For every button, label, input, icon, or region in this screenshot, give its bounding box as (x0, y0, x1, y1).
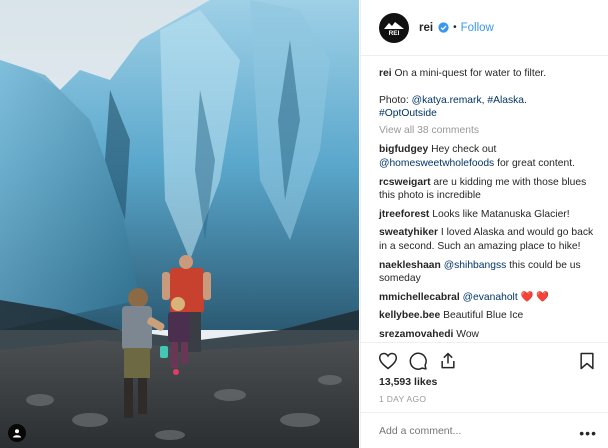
follow-button[interactable]: Follow (461, 22, 494, 34)
comment-author[interactable]: kellybee.bee (379, 310, 440, 321)
comment-author[interactable]: bigfudgey (379, 144, 428, 155)
action-bar (361, 342, 608, 380)
heart-emoji-text: ❤️ ❤️ (520, 291, 550, 303)
comment-item: mmichellecabral @evanaholt ❤️ ❤️ (379, 291, 601, 305)
comment-item: naekleshaan @shihbangss this could be us… (379, 259, 601, 286)
hashtag-optoutside[interactable]: #OptOutside (379, 108, 437, 119)
rei-logo-icon[interactable]: REI (379, 12, 409, 43)
comment-mention[interactable]: @shihbangss (444, 260, 507, 271)
comment-item: srezamovahedi Wow (379, 328, 601, 342)
comments-section: rei On a mini-quest for water to filter.… (379, 67, 601, 347)
likes-count[interactable]: 13,593 likes (379, 376, 437, 388)
separator-dot: • (453, 22, 457, 33)
photo-credit-prefix: Photo: (379, 94, 412, 106)
add-comment-row: ••• (361, 412, 608, 448)
glacier-hikers-image (0, 0, 359, 448)
comment-author[interactable]: sweatyhiker (379, 227, 438, 238)
hashtag-line: #OptOutside (379, 107, 601, 121)
comment-text: Looks like Matanuska Glacier! (432, 208, 570, 220)
verified-badge-icon (438, 22, 449, 33)
caption-text: On a mini-quest for water to filter. (394, 68, 547, 79)
comment-mention[interactable]: @homesweetwholefoods (379, 158, 494, 169)
more-options-button[interactable]: ••• (579, 425, 597, 441)
share-icon[interactable] (438, 351, 458, 371)
comment-author[interactable]: naekleshaan (379, 260, 441, 271)
author-handle[interactable]: rei (419, 22, 433, 34)
comment-author[interactable]: srezamovahedi (379, 329, 453, 340)
photo-credit-line: Photo: @katya.remark, #Alaska. (379, 94, 601, 108)
comment-text: for great content. (497, 157, 575, 169)
comment-text: Beautiful Blue Ice (443, 310, 524, 322)
bookmark-icon[interactable] (577, 351, 597, 371)
comment-mention[interactable]: @evanaholt (463, 292, 518, 303)
tag-tail: . (523, 94, 527, 106)
comment-author[interactable]: jtreeforest (379, 209, 429, 220)
heart-icon[interactable] (378, 351, 398, 371)
caption-author[interactable]: rei (379, 68, 392, 79)
post-side-panel: REI rei • Follow rei On a mini-quest for… (360, 0, 608, 448)
comment-item: sweatyhiker I loved Alaska and would go … (379, 226, 601, 253)
comment-author[interactable]: mmichellecabral (379, 292, 460, 303)
post-photo[interactable] (0, 0, 359, 448)
comment-item: bigfudgey Hey check out @homesweetwholef… (379, 143, 601, 170)
comment-bubble-icon[interactable] (408, 351, 428, 371)
comment-text: Wow (456, 328, 479, 340)
view-all-comments-link[interactable]: View all 38 comments (379, 124, 601, 138)
post-header: REI rei • Follow (361, 0, 608, 56)
add-comment-input[interactable] (379, 424, 569, 437)
photo-credit-mention[interactable]: @katya.remark (412, 95, 482, 106)
post-caption: rei On a mini-quest for water to filter. (379, 67, 601, 81)
comment-item: kellybee.bee Beautiful Blue Ice (379, 309, 601, 323)
comment-item: rcsweigart are u kidding me with those b… (379, 176, 601, 203)
svg-text:REI: REI (389, 30, 400, 36)
comment-item: jtreeforest Looks like Matanuska Glacier… (379, 208, 601, 222)
person-tag-icon[interactable] (8, 424, 26, 442)
hashtag-alaska[interactable]: #Alaska (487, 95, 524, 106)
comment-author[interactable]: rcsweigart (379, 177, 431, 188)
post-date: 1 DAY AGO (379, 394, 427, 404)
comment-text: Hey check out (431, 144, 497, 156)
